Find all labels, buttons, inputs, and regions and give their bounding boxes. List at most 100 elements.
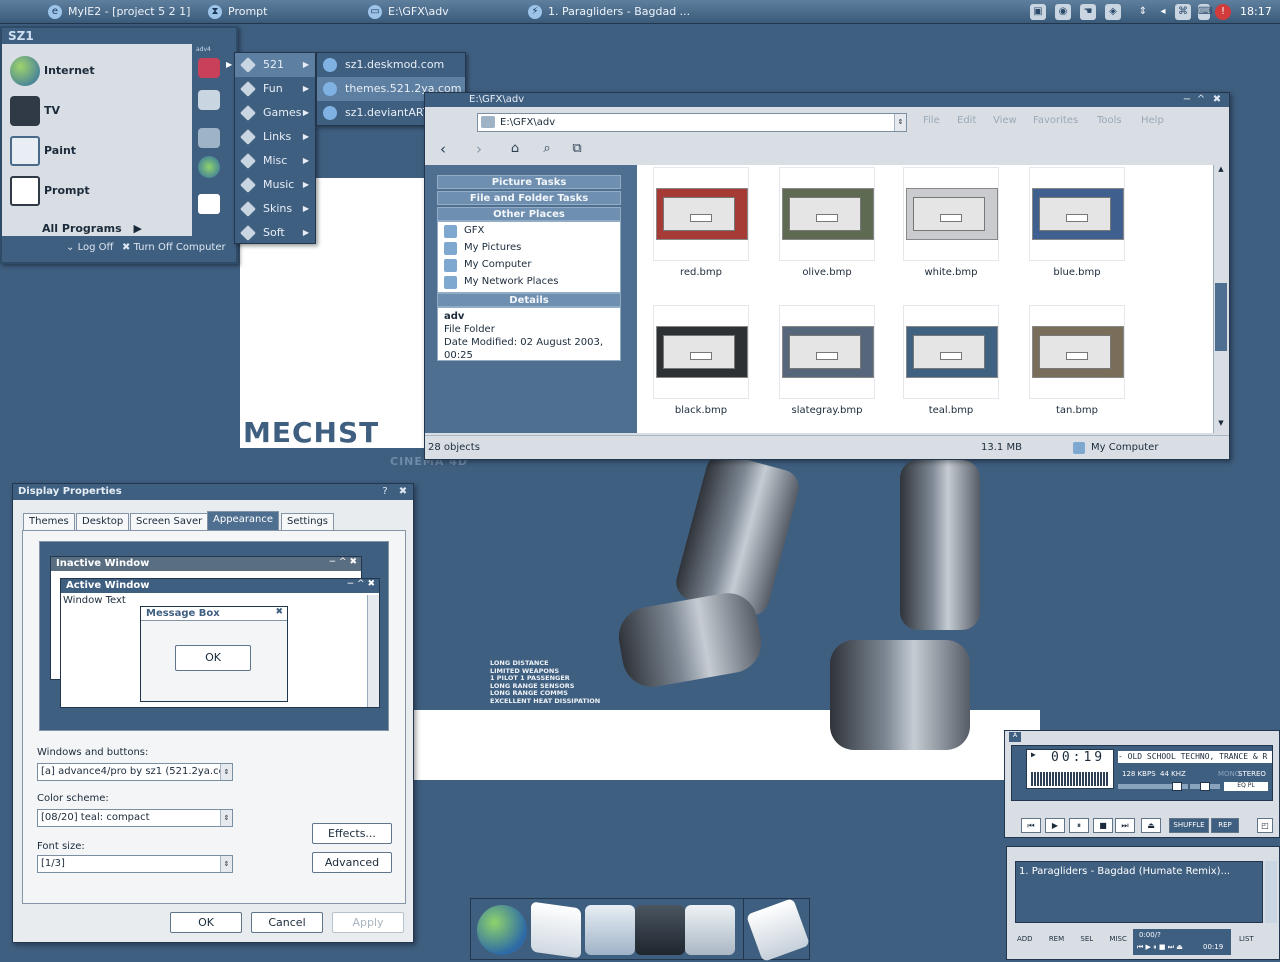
- menu-favorites[interactable]: Favorites: [1033, 115, 1078, 126]
- tray-arrows-icon[interactable]: ⇕: [1135, 4, 1151, 20]
- eq-pl-buttons[interactable]: EQ PL: [1224, 782, 1268, 791]
- folder-up-icon[interactable]: ⌂: [505, 139, 525, 159]
- globe-icon[interactable]: [477, 905, 527, 955]
- balance-slider[interactable]: [1190, 782, 1220, 791]
- log-off-button[interactable]: ⌄ Log Off: [66, 242, 113, 253]
- file-item[interactable]: olive.bmp: [777, 167, 877, 278]
- cancel-button[interactable]: Cancel: [251, 912, 323, 933]
- shuffle-button[interactable]: SHUFFLE: [1169, 818, 1209, 833]
- playlist-item[interactable]: 1. Paragliders - Bagdad (Humate Remix)..…: [1019, 866, 1261, 877]
- network-globe-icon[interactable]: [198, 156, 220, 178]
- add-button[interactable]: ADD: [1017, 935, 1033, 943]
- task-prompt[interactable]: ⧗ Prompt: [204, 2, 267, 22]
- tab-screen-saver[interactable]: Screen Saver: [130, 513, 209, 530]
- task-myie2[interactable]: e MyIE2 - [project 5 2 1]: [44, 2, 190, 22]
- maximize-button[interactable]: ^: [1195, 94, 1207, 106]
- place-my-computer[interactable]: My Computer: [444, 257, 531, 273]
- pause-button[interactable]: ⏸: [1069, 818, 1089, 833]
- recycle-bin-icon[interactable]: [745, 897, 811, 962]
- place-my-pictures[interactable]: My Pictures: [444, 240, 521, 256]
- folders-icon[interactable]: ⧉: [567, 139, 587, 159]
- vertical-scrollbar[interactable]: ▲ ▼: [1213, 165, 1227, 433]
- submenu-item-music[interactable]: Music ▶: [235, 173, 315, 197]
- address-bar[interactable]: E:\GFX\adv ⇕: [477, 113, 907, 132]
- file-item[interactable]: tan.bmp: [1027, 305, 1127, 416]
- printer-icon[interactable]: [198, 90, 220, 110]
- apply-button[interactable]: Apply: [332, 912, 404, 933]
- menu-edit[interactable]: Edit: [957, 115, 976, 126]
- file-item[interactable]: slategray.bmp: [777, 305, 877, 416]
- tray-layers-icon[interactable]: ◈: [1105, 4, 1121, 20]
- submenu-item-521[interactable]: 521 ▶: [235, 53, 315, 77]
- tray-network-icon[interactable]: ⌘: [1175, 4, 1191, 20]
- file-item[interactable]: black.bmp: [651, 305, 751, 416]
- volume-thumb[interactable]: [1172, 782, 1182, 791]
- tray-hand-icon[interactable]: ☚: [1080, 4, 1096, 20]
- minimize-button[interactable]: −: [1181, 94, 1193, 106]
- tray-volume-icon[interactable]: ◂: [1155, 4, 1171, 20]
- volume-slider[interactable]: [1118, 782, 1188, 791]
- playlist-scrollbar[interactable]: [1265, 861, 1277, 923]
- advanced-button[interactable]: Advanced: [312, 852, 392, 873]
- tab-themes[interactable]: Themes: [23, 513, 75, 530]
- forward-icon[interactable]: ›: [469, 139, 489, 159]
- start-item-tv[interactable]: TV: [8, 94, 188, 128]
- font-size-select[interactable]: [1/3] ⇕: [37, 855, 233, 873]
- repeat-button[interactable]: REP: [1211, 818, 1239, 833]
- details-header[interactable]: Details: [437, 293, 621, 307]
- scroll-thumb[interactable]: [1215, 283, 1227, 351]
- play-button[interactable]: ▶: [1045, 818, 1065, 833]
- search-icon[interactable]: ⌕: [537, 139, 557, 159]
- start-item-prompt[interactable]: Prompt: [8, 174, 188, 208]
- tray-alert-icon[interactable]: !: [1215, 4, 1231, 20]
- windows-buttons-select[interactable]: [a] advance4/pro by sz1 (521.2ya.com) ⇕: [37, 763, 233, 781]
- file-item[interactable]: white.bmp: [901, 167, 1001, 278]
- submenu-item-links[interactable]: Links ▶: [235, 125, 315, 149]
- ok-button[interactable]: OK: [170, 912, 242, 933]
- place-network[interactable]: My Network Places: [444, 274, 558, 290]
- menu-help[interactable]: Help: [1141, 115, 1164, 126]
- next-button[interactable]: ⏭: [1115, 818, 1135, 833]
- documents-icon[interactable]: [531, 901, 581, 959]
- file-item[interactable]: red.bmp: [651, 167, 751, 278]
- file-item[interactable]: teal.bmp: [901, 305, 1001, 416]
- submenu-item-fun[interactable]: Fun ▶: [235, 77, 315, 101]
- submenu-item-skins[interactable]: Skins ▶: [235, 197, 315, 221]
- documents-icon[interactable]: [198, 194, 220, 214]
- other-places-header[interactable]: Other Places: [437, 207, 621, 221]
- place-gfx[interactable]: GFX: [444, 223, 484, 239]
- close-button[interactable]: ✖: [1211, 94, 1223, 106]
- menu-view[interactable]: View: [993, 115, 1017, 126]
- link-deskmod[interactable]: sz1.deskmod.com: [317, 53, 465, 77]
- picture-tasks-header[interactable]: Picture Tasks: [437, 175, 621, 189]
- back-icon[interactable]: ‹: [433, 139, 453, 159]
- paint-icon[interactable]: [585, 905, 635, 955]
- submenu-item-games[interactable]: Games ▶: [235, 101, 315, 125]
- favorites-icon[interactable]: [198, 58, 220, 78]
- previous-button[interactable]: ⏮: [1021, 818, 1041, 833]
- close-button[interactable]: ✖: [397, 486, 409, 498]
- turn-off-button[interactable]: ✖ Turn Off Computer: [122, 242, 226, 253]
- effects-button[interactable]: Effects...: [312, 823, 392, 844]
- start-item-paint[interactable]: Paint: [8, 134, 188, 168]
- balance-thumb[interactable]: [1200, 782, 1210, 791]
- help-button[interactable]: ?: [379, 486, 391, 498]
- file-folder-tasks-header[interactable]: File and Folder Tasks: [437, 191, 621, 205]
- menu-tools[interactable]: Tools: [1097, 115, 1122, 126]
- tray-keyboard-icon[interactable]: ⌨: [1198, 4, 1212, 20]
- tray-disc-icon[interactable]: ◉: [1055, 4, 1071, 20]
- winamp-logo-button[interactable]: ◰: [1257, 818, 1273, 833]
- menu-file[interactable]: File: [923, 115, 940, 126]
- control-panel-icon[interactable]: [198, 128, 220, 148]
- task-explorer[interactable]: ▭ E:\GFX\adv: [364, 2, 449, 22]
- submenu-item-misc[interactable]: Misc ▶: [235, 149, 315, 173]
- scroll-down-icon[interactable]: ▼: [1215, 419, 1227, 431]
- address-dropdown-icon[interactable]: ⇕: [894, 114, 906, 131]
- remove-button[interactable]: REM: [1049, 935, 1064, 943]
- select-button[interactable]: SEL: [1080, 935, 1093, 943]
- tab-settings[interactable]: Settings: [281, 513, 335, 530]
- eject-button[interactable]: ⏏: [1141, 818, 1161, 833]
- all-programs-button[interactable]: All Programs ▶: [42, 222, 142, 235]
- misc-button[interactable]: MISC: [1109, 935, 1126, 943]
- start-item-internet[interactable]: Internet: [8, 54, 188, 88]
